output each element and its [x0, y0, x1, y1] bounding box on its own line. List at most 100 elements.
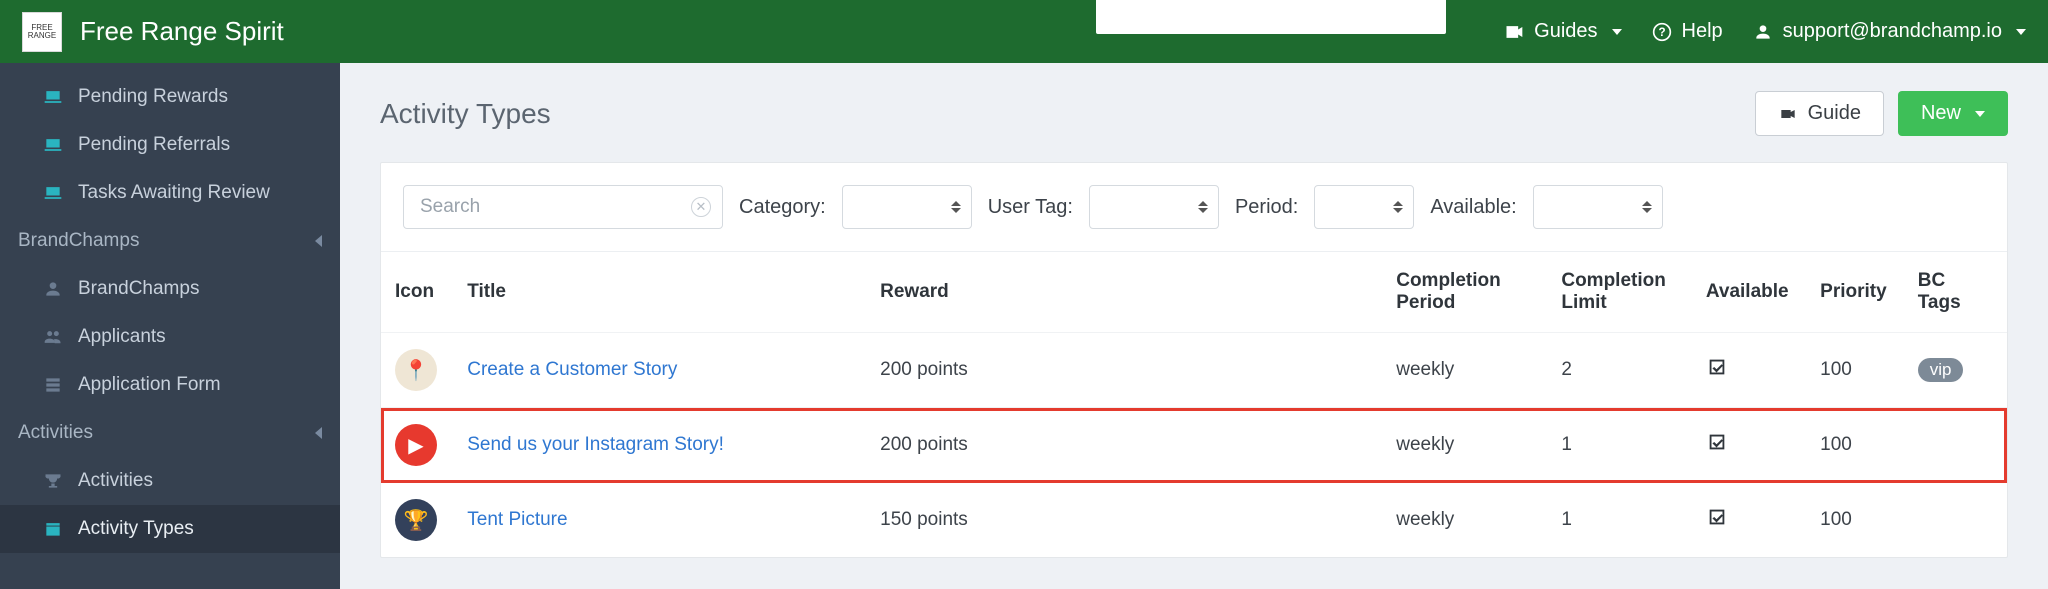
help-link[interactable]: ? Help: [1652, 20, 1723, 43]
sort-icon: [951, 201, 961, 213]
cell-priority: 100: [1806, 483, 1904, 558]
sidebar-item-label: Pending Rewards: [78, 86, 228, 108]
sort-icon: [1642, 201, 1652, 213]
sidebar-item-label: Applicants: [78, 326, 166, 348]
activity-types-card: ✕ Category: User Tag: Period: Available:: [380, 162, 2008, 558]
cell-icon: 🏆: [381, 483, 453, 558]
chevron-left-icon: [315, 235, 322, 247]
map-pin-icon: 📍: [395, 349, 437, 391]
guides-menu[interactable]: Guides: [1504, 20, 1621, 43]
help-icon: ?: [1652, 22, 1672, 42]
sidebar-item-activity-types[interactable]: Activity Types: [0, 505, 340, 553]
guides-label: Guides: [1534, 20, 1597, 43]
cell-reward: 200 points: [866, 333, 1382, 408]
cell-completion-limit: 2: [1547, 333, 1692, 408]
th-title: Title: [453, 252, 866, 333]
video-icon: [1504, 22, 1524, 42]
sidebar-item-application-form[interactable]: Application Form: [0, 361, 340, 409]
check-icon: [1706, 506, 1728, 528]
available-label: Available:: [1430, 196, 1516, 219]
sidebar-item-label: Pending Referrals: [78, 134, 230, 156]
section-label: Activities: [18, 422, 93, 444]
usertag-label: User Tag:: [988, 196, 1073, 219]
usertag-select[interactable]: [1089, 185, 1219, 229]
sidebar-item-label: Activities: [78, 470, 153, 492]
table-row[interactable]: 🏆Tent Picture150 pointsweekly1100: [381, 483, 2007, 558]
sidebar-item-activities[interactable]: Activities: [0, 457, 340, 505]
laptop-icon: [43, 87, 63, 107]
sidebar-item-applicants[interactable]: Applicants: [0, 313, 340, 361]
svg-text:?: ?: [1658, 26, 1665, 39]
sidebar-item-pending-referrals[interactable]: Pending Referrals: [0, 121, 340, 169]
cell-bc-tags: [1904, 408, 2007, 483]
cell-available: [1692, 408, 1806, 483]
sidebar-item-tasks-awaiting-review[interactable]: Tasks Awaiting Review: [0, 169, 340, 217]
laptop-icon: [43, 135, 63, 155]
cell-completion-period: weekly: [1382, 333, 1547, 408]
cell-icon: ▶: [381, 408, 453, 483]
cell-title: Send us your Instagram Story!: [453, 408, 866, 483]
trophy-icon: [43, 471, 63, 491]
sidebar-section-brandchamps[interactable]: BrandChamps: [0, 217, 340, 265]
clear-search-icon[interactable]: ✕: [691, 197, 711, 217]
filter-bar: ✕ Category: User Tag: Period: Available:: [381, 163, 2007, 251]
trophy-icon: 🏆: [395, 499, 437, 541]
chevron-left-icon: [315, 427, 322, 439]
sidebar-item-pending-rewards[interactable]: Pending Rewards: [0, 73, 340, 121]
new-button[interactable]: New: [1898, 91, 2008, 136]
th-completion-limit: Completion Limit: [1547, 252, 1692, 333]
account-menu[interactable]: support@brandchamp.io: [1753, 20, 2026, 43]
search-input[interactable]: [403, 185, 723, 229]
th-available: Available: [1692, 252, 1806, 333]
th-bc-tags: BC Tags: [1904, 252, 2007, 333]
cell-completion-period: weekly: [1382, 408, 1547, 483]
available-select[interactable]: [1533, 185, 1663, 229]
category-select[interactable]: [842, 185, 972, 229]
cell-title: Create a Customer Story: [453, 333, 866, 408]
sidebar-item-label: Tasks Awaiting Review: [78, 182, 270, 204]
section-label: BrandChamps: [18, 230, 139, 252]
th-priority: Priority: [1806, 252, 1904, 333]
sort-icon: [1198, 201, 1208, 213]
laptop-icon: [43, 183, 63, 203]
brand-title: Free Range Spirit: [80, 16, 284, 47]
period-select[interactable]: [1314, 185, 1414, 229]
cell-priority: 100: [1806, 408, 1904, 483]
content-area: Activity Types Guide New ✕ Category: Use…: [340, 63, 2048, 589]
user-icon: [1753, 22, 1773, 42]
activity-title-link[interactable]: Tent Picture: [467, 509, 567, 530]
th-icon: Icon: [381, 252, 453, 333]
sidebar-item-brandchamps[interactable]: BrandChamps: [0, 265, 340, 313]
person-icon: [43, 279, 63, 299]
th-completion-period: Completion Period: [1382, 252, 1547, 333]
cell-title: Tent Picture: [453, 483, 866, 558]
category-label: Category:: [739, 196, 826, 219]
sidebar-item-label: Activity Types: [78, 518, 194, 540]
header-buttons: Guide New: [1755, 91, 2008, 136]
activity-title-link[interactable]: Send us your Instagram Story!: [467, 434, 724, 455]
cell-available: [1692, 333, 1806, 408]
topbar: FREERANGE Free Range Spirit Guides ? Hel…: [0, 0, 2048, 63]
period-label: Period:: [1235, 196, 1298, 219]
cell-icon: 📍: [381, 333, 453, 408]
guide-button[interactable]: Guide: [1755, 91, 1884, 136]
topbar-blank-panel: [1096, 0, 1446, 34]
guide-button-label: Guide: [1808, 102, 1861, 125]
cell-reward: 150 points: [866, 483, 1382, 558]
cell-available: [1692, 483, 1806, 558]
activity-title-link[interactable]: Create a Customer Story: [467, 359, 677, 380]
table-row[interactable]: ▶Send us your Instagram Story!200 points…: [381, 408, 2007, 483]
table-row[interactable]: 📍 Create a Customer Story 200 pointsweekly…: [381, 333, 2007, 408]
brand-logo[interactable]: FREERANGE: [22, 12, 62, 52]
cell-completion-limit: 1: [1547, 408, 1692, 483]
sidebar-section-activities[interactable]: Activities: [0, 409, 340, 457]
search-wrap: ✕: [403, 185, 723, 229]
sidebar-item-label: Application Form: [78, 374, 221, 396]
sort-icon: [1393, 201, 1403, 213]
check-icon: [1706, 356, 1728, 378]
cell-completion-period: weekly: [1382, 483, 1547, 558]
account-email: support@brandchamp.io: [1783, 20, 2002, 43]
calendar-icon: [43, 519, 63, 539]
people-icon: [43, 327, 63, 347]
cell-priority: 100: [1806, 333, 1904, 408]
